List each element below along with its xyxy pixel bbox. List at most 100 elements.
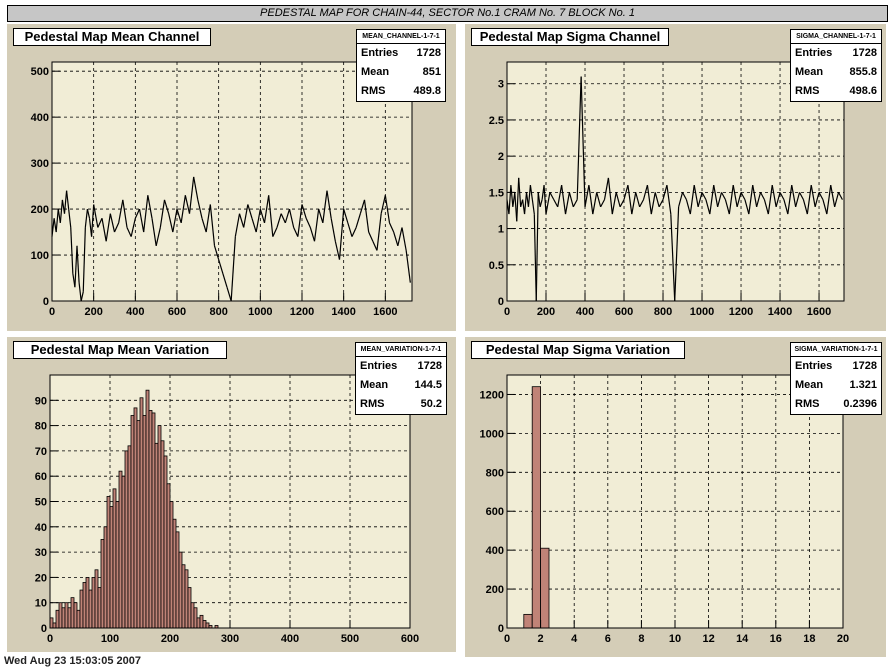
x-tick-label: 400 xyxy=(281,633,299,645)
stats-label: Entries xyxy=(795,360,833,372)
stats-label: Mean xyxy=(360,379,389,391)
y-tick-label: 40 xyxy=(35,522,47,534)
y-tick-label: 0 xyxy=(43,296,49,308)
stats-row-rms: RMS 489.8 xyxy=(357,82,445,101)
y-tick-label: 80 xyxy=(35,421,47,433)
stats-label: Entries xyxy=(361,47,399,59)
y-tick-label: 1000 xyxy=(480,428,504,440)
stats-label: RMS xyxy=(361,85,386,97)
stats-label: Mean xyxy=(795,379,824,391)
histogram-bar xyxy=(151,412,156,629)
stats-name: MEAN_CHANNEL-1-7-1 xyxy=(357,30,445,44)
histogram-bar xyxy=(91,576,96,629)
y-tick-label: 10 xyxy=(35,598,47,610)
x-tick-label: 300 xyxy=(221,633,239,645)
stats-label: RMS xyxy=(795,398,820,410)
stats-value: 851 xyxy=(422,66,441,78)
y-tick-label: 0 xyxy=(498,296,504,308)
stats-label: RMS xyxy=(795,85,820,97)
histogram-bar xyxy=(73,602,78,629)
x-tick-label: 600 xyxy=(401,633,419,645)
pad-mean-channel: 0 200 400 600 800 1000 1200 1400 1600 0 100 200 300 4… xyxy=(7,24,456,331)
x-tick-label: 800 xyxy=(654,306,672,318)
stats-row-mean: Mean 851 xyxy=(357,63,445,82)
histogram-bar xyxy=(193,607,198,629)
histogram-bar xyxy=(85,576,90,629)
stats-value: 855.8 xyxy=(849,66,877,78)
x-tick-label: 0 xyxy=(504,306,510,318)
histogram-bar xyxy=(133,407,138,629)
y-tick-label: 30 xyxy=(35,547,47,559)
y-tick-label: 20 xyxy=(35,572,47,584)
stats-label: Entries xyxy=(360,360,398,372)
stats-value: 1728 xyxy=(416,47,441,59)
x-tick-label: 16 xyxy=(770,633,782,645)
histogram-bar xyxy=(139,397,144,629)
chart-title: Pedestal Map Mean Channel xyxy=(13,28,211,46)
y-tick-label: 0 xyxy=(498,623,504,635)
x-tick-label: 1200 xyxy=(729,306,753,318)
footer-timestamp: Wed Aug 23 15:03:05 2007 xyxy=(4,655,141,667)
histogram-bar xyxy=(205,622,210,629)
histogram-bar xyxy=(82,582,87,629)
histogram-bar xyxy=(79,589,84,629)
pad-sigma-channel: 0 200 400 600 800 1000 1200 1400 1600 0 0.5 1 1.5 2 2.… xyxy=(465,24,886,331)
histogram-bar xyxy=(106,496,111,629)
histogram-bar xyxy=(67,607,72,629)
histogram-bar xyxy=(127,445,132,629)
stats-value: 0.2396 xyxy=(843,398,877,410)
x-tick-label: 200 xyxy=(161,633,179,645)
y-tick-label: 800 xyxy=(486,467,504,479)
stats-box: MEAN_VARIATION-1-7-1 Entries 1728 Mean 144… xyxy=(355,342,447,415)
stats-value: 50.2 xyxy=(420,398,442,410)
histogram-bar xyxy=(175,531,180,629)
stats-label: Mean xyxy=(795,66,824,78)
x-tick-label: 200 xyxy=(84,306,102,318)
stats-row-entries: Entries 1728 xyxy=(791,357,881,376)
stats-row-entries: Entries 1728 xyxy=(357,44,445,63)
histogram-bar xyxy=(61,607,66,629)
pad-mean-variation: 0 100 200 300 400 500 600 0 10 20 30 40 50 60 70 80 90 P… xyxy=(7,337,456,652)
stats-value: 1728 xyxy=(852,47,877,59)
x-tick-label: 400 xyxy=(126,306,144,318)
histogram-bar xyxy=(100,539,105,629)
x-tick-label: 1400 xyxy=(331,306,355,318)
histogram-bar xyxy=(187,587,192,629)
stats-value: 1728 xyxy=(417,360,442,372)
chart-title: Pedestal Map Mean Variation xyxy=(13,341,227,359)
page-title: PEDESTAL MAP FOR CHAIN-44, SECTOR No.1 C… xyxy=(7,5,888,22)
y-tick-label: 1.5 xyxy=(489,187,504,199)
stats-name: SIGMA_VARIATION-1-7-1 xyxy=(791,343,881,357)
histogram-bar xyxy=(142,415,147,629)
x-tick-label: 0 xyxy=(47,633,53,645)
y-tick-label: 50 xyxy=(35,497,47,509)
y-tick-label: 1 xyxy=(498,224,504,236)
histogram-bar xyxy=(136,420,141,629)
histogram-bar xyxy=(109,506,114,629)
x-tick-label: 6 xyxy=(605,633,611,645)
x-tick-label: 600 xyxy=(168,306,186,318)
x-tick-label: 800 xyxy=(209,306,227,318)
x-tick-label: 4 xyxy=(571,633,578,645)
histogram-bar xyxy=(76,609,81,629)
pad-sigma-variation: 0 2 4 6 8 10 12 14 16 18 20 0 200 400 600 800 1000 1200 P… xyxy=(465,337,886,657)
histogram-bar xyxy=(103,526,108,629)
histogram-bar xyxy=(190,602,195,629)
histogram-bar xyxy=(523,613,533,629)
histogram-bar xyxy=(166,483,171,629)
stats-name: MEAN_VARIATION-1-7-1 xyxy=(356,343,446,357)
x-tick-label: 10 xyxy=(669,633,681,645)
y-tick-label: 200 xyxy=(31,204,49,216)
histogram-bar xyxy=(88,589,93,629)
y-tick-label: 1200 xyxy=(480,389,504,401)
stats-row-entries: Entries 1728 xyxy=(791,44,881,63)
x-tick-label: 600 xyxy=(615,306,633,318)
stats-box: SIGMA_VARIATION-1-7-1 Entries 1728 Mean 1.… xyxy=(790,342,882,415)
y-tick-label: 90 xyxy=(35,395,47,407)
stats-name: SIGMA_CHANNEL-1-7-1 xyxy=(791,30,881,44)
stats-row-rms: RMS 498.6 xyxy=(791,82,881,101)
y-tick-label: 3 xyxy=(498,79,504,91)
x-tick-label: 12 xyxy=(702,633,714,645)
histogram-bar xyxy=(160,440,165,629)
histogram-bar xyxy=(64,602,69,629)
